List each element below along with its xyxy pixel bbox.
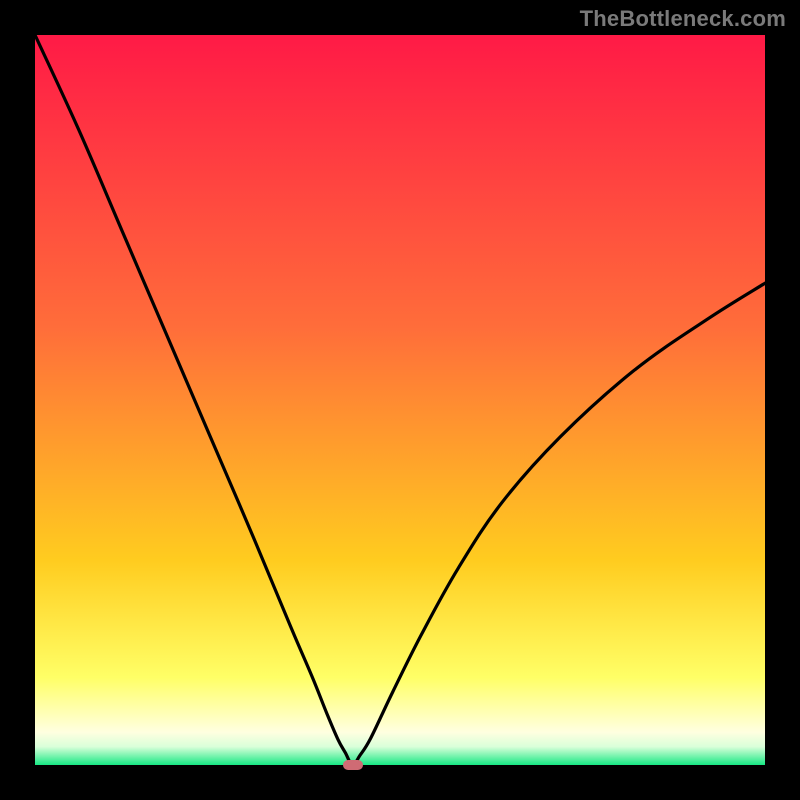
bottleneck-curve <box>35 35 765 765</box>
watermark-text: TheBottleneck.com <box>580 6 786 32</box>
minimum-marker <box>343 760 363 770</box>
outer-frame: TheBottleneck.com <box>0 0 800 800</box>
plot-area <box>35 35 765 765</box>
